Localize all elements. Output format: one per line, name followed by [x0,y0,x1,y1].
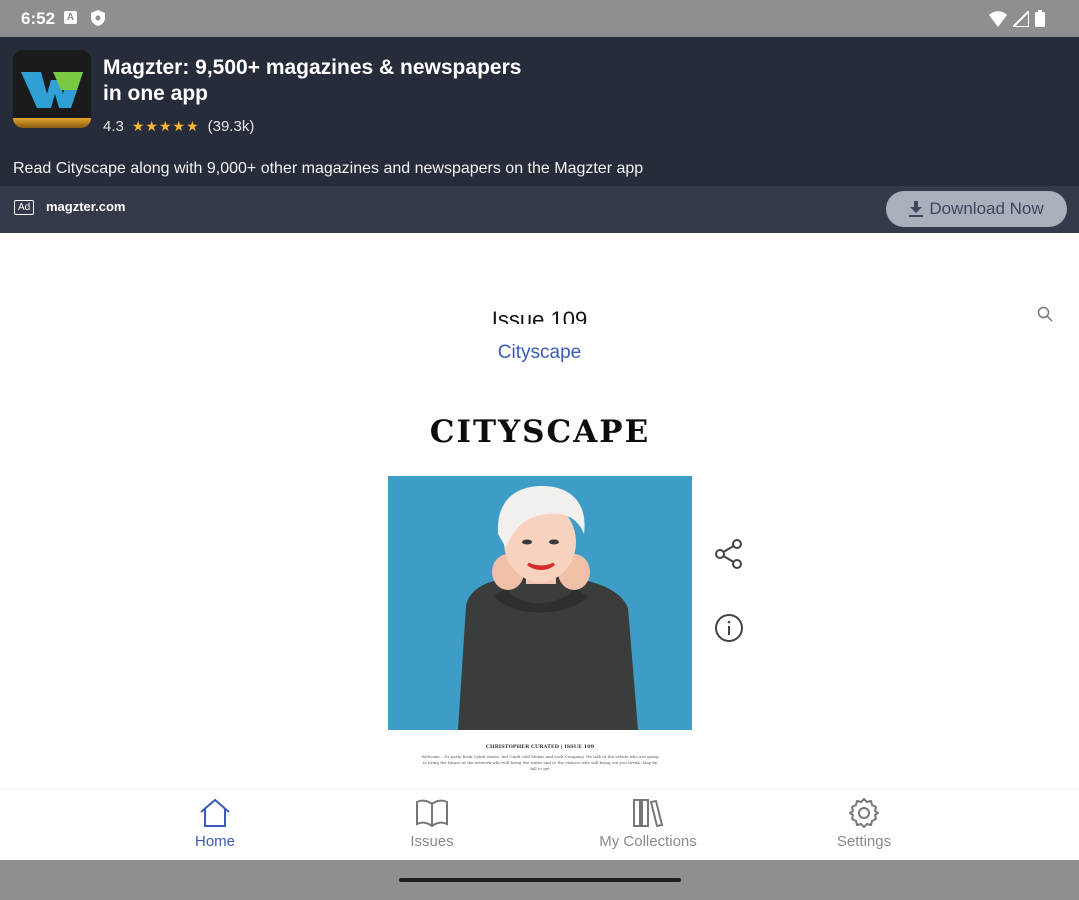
download-now-button[interactable]: Download Now [886,191,1067,227]
review-count: (39.3k) [207,118,255,135]
status-indicators [989,8,1045,32]
nav-settings[interactable]: Settings [804,797,924,857]
nav-issues[interactable]: Issues [372,797,492,857]
nav-home[interactable]: Home [155,797,275,857]
nav-my-collections-label: My Collections [599,833,697,850]
nav-my-collections[interactable]: My Collections [588,797,708,857]
book-icon [416,799,448,828]
status-time: 6:52 [21,9,56,28]
battery-icon [1035,10,1045,32]
ad-domain: magzter.com [46,199,126,214]
nav-settings-label: Settings [836,833,892,850]
ad-title: Magzter: 9,500+ magazines & newspapers i… [103,56,522,105]
magzter-logo [13,50,91,128]
cover-caption-title: CHRISTOPHER CURATED | ISSUE 109 [485,744,595,750]
star-rating-icon: ★★★★★ [131,118,200,134]
system-gesture-bar [0,860,1079,900]
cover-caption-text: Welcome – Dr party from Cyndi issues, bu… [421,754,659,771]
ad-banner[interactable]: Magzter: 9,500+ magazines & newspapers i… [0,37,1079,233]
download-icon [909,201,924,217]
accessibility-notification-icon: A [64,11,77,24]
magazine-masthead: CITYSCAPE [429,414,651,450]
info-icon[interactable] [714,613,744,648]
bottom-navigation: Home Issues My Collections Settings [0,788,1079,860]
download-now-label: Download Now [929,199,1044,218]
publisher-link[interactable]: Cityscape [0,342,1079,364]
issue-title: Issue 109 [491,307,588,324]
home-icon [200,798,230,827]
ad-rating: 4.3 ★★★★★ (39.3k) [103,118,254,135]
ad-footer: Ad magzter.com Download Now [0,186,1079,233]
shield-icon [91,10,105,31]
wifi-icon [989,10,1007,32]
ad-description: Read Cityscape along with 9,000+ other m… [13,160,644,177]
ad-badge: Ad [14,200,35,215]
nav-home-label: Home [194,833,235,850]
rating-value: 4.3 [103,118,124,135]
gear-icon [849,798,879,828]
collections-icon [633,799,664,828]
share-icon[interactable] [714,538,744,575]
cell-signal-icon [1010,8,1030,32]
magazine-cover-image[interactable] [388,476,692,730]
gesture-handle[interactable] [399,878,681,882]
status-bar: 6:52 A [0,0,1079,37]
nav-issues-label: Issues [410,833,454,850]
